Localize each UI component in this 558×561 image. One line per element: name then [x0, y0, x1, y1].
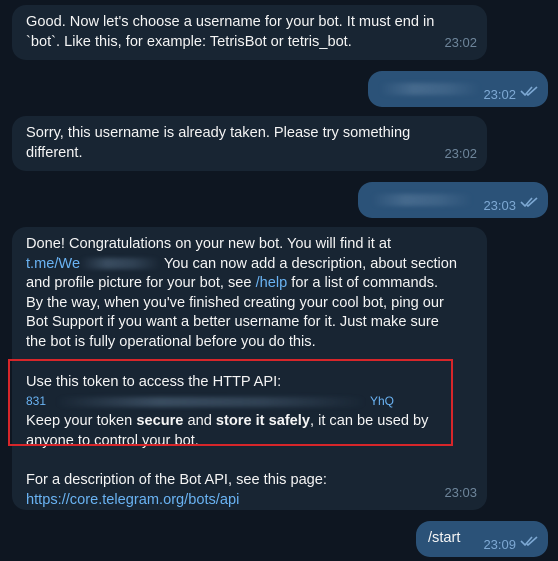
double-check-icon [520, 536, 538, 547]
message-text: You can now add a description, about sec… [160, 255, 458, 272]
message-text: /start [428, 530, 461, 546]
message-timestamp: 23:02 [483, 87, 516, 102]
redacted-text [80, 258, 161, 270]
message-timestamp: 23:03 [483, 198, 516, 213]
message-text-line: t.me/We You can now add a description, a… [26, 255, 473, 275]
message-text: and profile picture for your bot, see [26, 275, 256, 292]
message-text: By the way, when you've finished creatin… [26, 294, 444, 311]
redacted-text [380, 83, 480, 95]
bot-link[interactable]: t.me/We [26, 256, 80, 272]
message-text: for a list of commands. [287, 275, 439, 292]
message-timestamp: 23:02 [444, 35, 477, 51]
message-text: For a description of the Bot API, see th… [26, 472, 327, 489]
token-highlight-box [8, 359, 453, 446]
message-bubble-incoming[interactable]: Sorry, this username is already taken. P… [12, 116, 487, 171]
message-text: Bot Support if you want a better usernam… [26, 314, 439, 331]
double-check-icon [520, 86, 538, 97]
message-text: the bot is fully operational before you … [26, 333, 316, 350]
message-bubble-outgoing[interactable]: 23:03 [358, 182, 548, 218]
redacted-text [372, 194, 472, 206]
message-timestamp: 23:03 [444, 485, 477, 501]
message-text-line: and profile picture for your bot, see /h… [26, 274, 473, 294]
double-check-icon [520, 197, 538, 208]
help-command-link[interactable]: /help [256, 275, 288, 291]
message-bubble-outgoing[interactable]: /start 23:09 [416, 521, 548, 557]
message-text: Sorry, this username is already taken. P… [26, 125, 411, 141]
message-text-line: https://core.telegram.org/bots/api [26, 491, 473, 511]
bot-api-link[interactable]: https://core.telegram.org/bots/api [26, 492, 239, 508]
message-text: `bot`. Like this, for example: TetrisBot… [26, 33, 352, 50]
message-timestamp: 23:02 [444, 146, 477, 162]
message-text: Done! Congratulations on your new bot. Y… [26, 236, 392, 252]
message-timestamp: 23:09 [483, 537, 516, 552]
message-text: different. [26, 144, 83, 161]
message-text: Good. Now let's choose a username for yo… [26, 14, 435, 30]
message-bubble-outgoing[interactable]: 23:02 [368, 71, 548, 107]
message-bubble-incoming[interactable]: Good. Now let's choose a username for yo… [12, 5, 487, 60]
